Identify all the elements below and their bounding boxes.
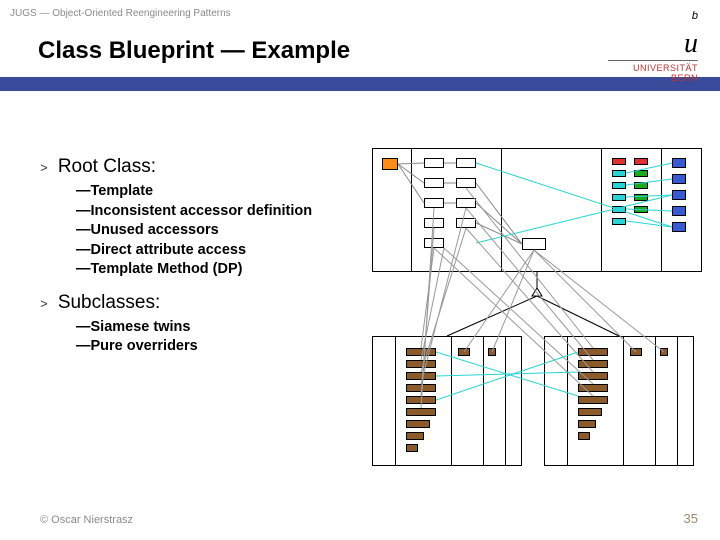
node <box>406 408 436 416</box>
university-logo: b u UNIVERSITÄT BERN <box>608 10 698 83</box>
node <box>578 432 590 440</box>
node <box>406 384 436 392</box>
subclasses-head: Subclasses: <box>58 292 160 314</box>
node <box>406 360 436 368</box>
list-item: —Template <box>76 182 380 202</box>
node <box>578 384 608 392</box>
content: > Root Class: —Template —Inconsistent ac… <box>40 150 380 369</box>
node <box>578 420 596 428</box>
bullet-marker: > <box>40 161 48 176</box>
node <box>406 396 436 404</box>
blueprint-diagram <box>372 148 702 478</box>
list-item: —Inconsistent accessor definition <box>76 202 380 222</box>
node <box>456 218 476 228</box>
logo-divider <box>608 60 698 61</box>
node <box>458 348 470 356</box>
node <box>612 206 626 213</box>
node <box>522 238 546 250</box>
node <box>672 206 686 216</box>
node <box>382 158 398 170</box>
list-item: —Direct attribute access <box>76 241 380 261</box>
list-item: —Unused accessors <box>76 221 380 241</box>
page-number: 35 <box>684 511 698 526</box>
node <box>406 372 436 380</box>
node <box>672 222 686 232</box>
node <box>424 198 444 208</box>
subclasses-row: > Subclasses: <box>40 292 380 314</box>
list-item: —Template Method (DP) <box>76 260 380 280</box>
node <box>488 348 496 356</box>
node <box>612 158 626 165</box>
node <box>634 194 648 201</box>
node <box>406 444 418 452</box>
node <box>578 408 602 416</box>
logo-sup: b <box>692 10 698 22</box>
footer-author: © Oscar Nierstrasz <box>40 514 133 526</box>
node <box>578 360 608 368</box>
node <box>612 182 626 189</box>
node <box>672 190 686 200</box>
node <box>634 182 648 189</box>
node <box>630 348 642 356</box>
node <box>672 158 686 168</box>
node <box>406 420 430 428</box>
subclasses-items: —Siamese twins —Pure overriders <box>76 318 380 357</box>
node <box>424 218 444 228</box>
subclass-box-left <box>372 336 522 466</box>
node <box>424 178 444 188</box>
node <box>612 170 626 177</box>
root-class-head: Root Class: <box>58 156 156 178</box>
bullet-marker: > <box>40 297 48 312</box>
node <box>634 170 648 177</box>
list-item: —Pure overriders <box>76 337 380 357</box>
node <box>634 158 648 165</box>
root-class-box <box>372 148 702 272</box>
node <box>456 178 476 188</box>
node <box>456 198 476 208</box>
root-class-row: > Root Class: <box>40 156 380 178</box>
root-class-items: —Template —Inconsistent accessor definit… <box>76 182 380 280</box>
logo-main: u <box>684 28 698 59</box>
logo-line1: UNIVERSITÄT <box>608 63 698 73</box>
node <box>634 206 648 213</box>
node <box>578 372 608 380</box>
node <box>672 174 686 184</box>
node <box>612 218 626 225</box>
node <box>578 348 608 356</box>
node <box>612 194 626 201</box>
list-item: —Siamese twins <box>76 318 380 338</box>
node <box>406 348 436 356</box>
logo-line2: BERN <box>608 73 698 83</box>
node <box>660 348 668 356</box>
subclass-box-right <box>544 336 694 466</box>
node <box>424 158 444 168</box>
node <box>424 238 444 248</box>
node <box>406 432 424 440</box>
node <box>456 158 476 168</box>
node <box>578 396 608 404</box>
